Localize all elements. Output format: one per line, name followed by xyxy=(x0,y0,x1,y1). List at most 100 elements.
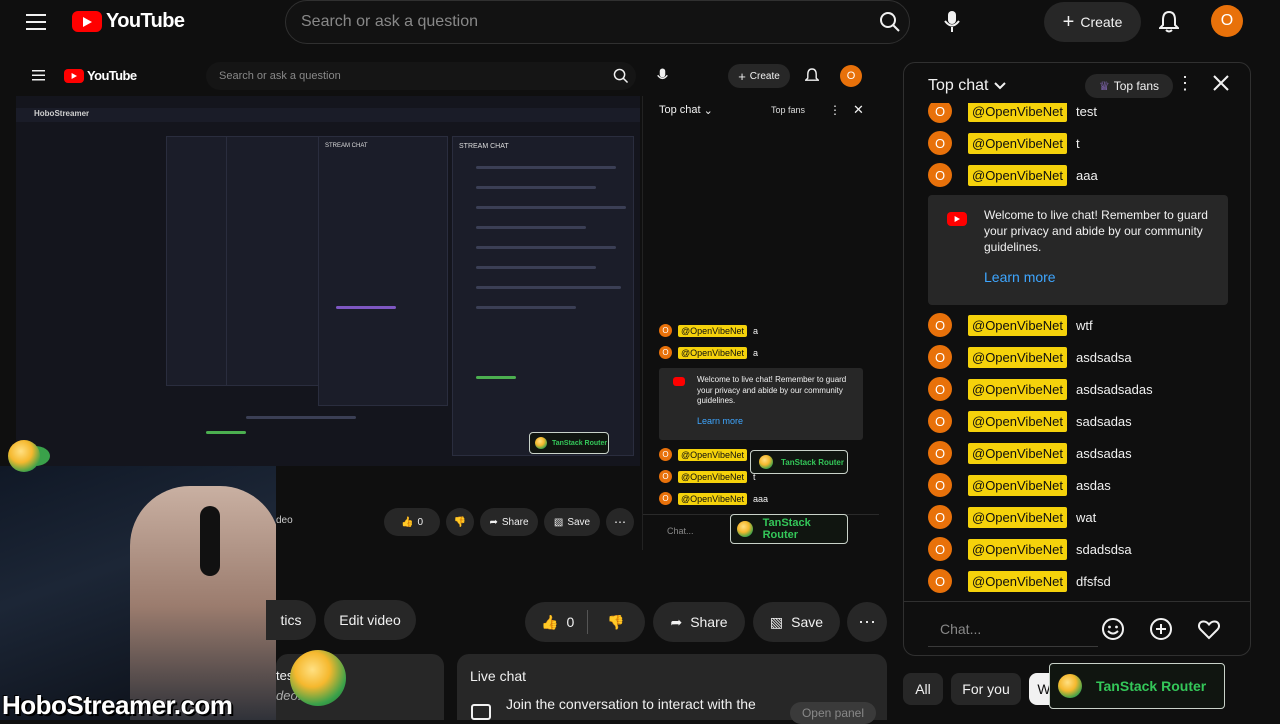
edit-video-button[interactable]: Edit video xyxy=(324,600,416,640)
chat-username[interactable]: @OpenVibeNet xyxy=(968,570,1068,592)
more-actions-icon[interactable]: ⋯ xyxy=(847,602,887,642)
embedded-chat-text: aaa xyxy=(753,493,769,504)
user-avatar[interactable]: O xyxy=(1211,5,1243,37)
close-icon[interactable] xyxy=(1213,75,1229,91)
learn-more-link[interactable]: Learn more xyxy=(984,269,1056,285)
chat-username[interactable]: @OpenVibeNet xyxy=(968,538,1068,560)
embedded-welcome-card: Welcome to live chat! Remember to guard … xyxy=(659,368,863,440)
top-fans-button[interactable]: ♕ Top fans xyxy=(1085,74,1173,98)
chat-avatar[interactable]: O xyxy=(928,377,952,401)
embedded-chat-user: @OpenVibeNet xyxy=(678,492,748,505)
embedded-plus-icon: + xyxy=(738,68,746,84)
chat-avatar[interactable]: O xyxy=(928,313,952,337)
embedded-dislike-button: 👎 xyxy=(446,508,474,536)
capture-line xyxy=(476,306,576,309)
chat-username[interactable]: @OpenVibeNet xyxy=(968,506,1068,528)
chat-username[interactable]: @OpenVibeNet xyxy=(968,132,1068,154)
chat-username[interactable]: @OpenVibeNet xyxy=(968,410,1068,432)
save-button[interactable]: ▧ Save xyxy=(753,602,840,642)
chat-avatar[interactable]: O xyxy=(928,131,952,155)
chat-username[interactable]: @OpenVibeNet xyxy=(968,474,1068,496)
embedded-welcome-text: Welcome to live chat! Remember to guard … xyxy=(697,375,847,405)
chat-message: O @OpenVibeNet sadsadas xyxy=(928,409,1132,433)
chevron-down-icon xyxy=(994,82,1007,90)
save-icon: ▧ xyxy=(769,613,784,630)
embedded-avatar: O xyxy=(840,65,862,87)
capture-line xyxy=(246,416,356,419)
heart-icon[interactable] xyxy=(1197,617,1221,641)
more-vert-icon[interactable]: ⋮ xyxy=(1176,73,1194,99)
chat-message: O @OpenVibeNet test xyxy=(928,103,1097,123)
chat-username[interactable]: @OpenVibeNet xyxy=(968,164,1068,186)
chat-text: asdsadsadas xyxy=(1076,381,1153,397)
chat-username[interactable]: @OpenVibeNet xyxy=(968,442,1068,464)
youtube-logo[interactable]: YouTube xyxy=(72,10,185,33)
microphone-icon[interactable] xyxy=(930,0,974,44)
create-button[interactable]: + Create xyxy=(1044,2,1141,42)
embedded-action-bar: 👍 0 👎 ➦ Share ▧ Save ⋯ xyxy=(384,508,634,536)
embedded-close-icon: ✕ xyxy=(853,102,864,117)
chip-for-you[interactable]: For you xyxy=(951,673,1021,705)
chat-username[interactable]: @OpenVibeNet xyxy=(968,103,1068,122)
share-button[interactable]: ➦ Share xyxy=(653,602,745,642)
chat-avatar[interactable]: O xyxy=(928,505,952,529)
chat-input[interactable]: Chat... xyxy=(928,611,1098,647)
emoji-icon[interactable] xyxy=(1101,617,1125,641)
chat-text: test xyxy=(1076,103,1097,119)
embedded-menu-icon xyxy=(32,70,45,81)
chat-input-divider xyxy=(904,601,1250,602)
embedded-logo-text: YouTube xyxy=(87,68,137,83)
embedded-chat-message: O @OpenVibeNet aaa xyxy=(659,492,768,505)
live-chat-card-body: Join the conversation to interact with t… xyxy=(506,696,756,712)
embedded-toast-label: TanStack Router xyxy=(762,517,811,541)
embedded-chat-user: @OpenVibeNet xyxy=(678,346,748,359)
add-icon[interactable] xyxy=(1149,617,1173,641)
dislike-button[interactable]: 👎 xyxy=(588,614,644,631)
capture-line xyxy=(476,266,596,269)
chat-avatar[interactable]: O xyxy=(928,409,952,433)
open-panel-button[interactable]: Open panel xyxy=(790,702,876,724)
toast-logo-icon xyxy=(737,521,753,537)
play-icon xyxy=(72,11,102,32)
search-bar[interactable]: Search or ask a question xyxy=(285,0,910,44)
chat-text: asdsadas xyxy=(1076,445,1132,461)
chat-message: O @OpenVibeNet asdsadas xyxy=(928,441,1132,465)
embedded-share-icon: ➦ xyxy=(489,516,498,528)
chat-bubble-icon xyxy=(471,704,491,720)
chat-avatar[interactable]: O xyxy=(928,345,952,369)
embedded-chat-message: O @OpenVibeNet a xyxy=(659,324,758,337)
chat-avatar[interactable]: O xyxy=(928,473,952,497)
search-icon[interactable] xyxy=(868,0,912,44)
capture-site-name: HoboStreamer xyxy=(34,109,90,118)
embedded-more-icon: ⋯ xyxy=(606,508,634,536)
notifications-bell-icon[interactable] xyxy=(1152,2,1186,42)
embedded-chat-text: a xyxy=(753,325,759,336)
chat-username[interactable]: @OpenVibeNet xyxy=(968,378,1068,400)
channel-emblem-icon xyxy=(8,440,40,472)
chip-all[interactable]: All xyxy=(903,673,943,705)
chat-avatar[interactable]: O xyxy=(928,163,952,187)
chat-username[interactable]: @OpenVibeNet xyxy=(968,314,1068,336)
headphones-icon xyxy=(200,506,220,576)
chat-text: aaa xyxy=(1076,167,1098,183)
chat-avatar[interactable]: O xyxy=(928,569,952,593)
embedded-masthead: YouTube Search or ask a question + Creat… xyxy=(16,62,886,92)
chat-avatar[interactable]: O xyxy=(928,441,952,465)
embedded-screen-capture: HoboStreamer STREAM CHAT STREAM CHAT Tan… xyxy=(16,96,640,466)
analytics-button[interactable]: tics xyxy=(266,600,316,640)
like-button[interactable]: 👍 0 xyxy=(525,614,587,631)
chat-mode-dropdown[interactable]: Top chat xyxy=(928,77,1007,95)
capture-line-green xyxy=(476,376,516,379)
youtube-icon xyxy=(947,212,967,226)
capture-line xyxy=(476,226,586,229)
chat-avatar[interactable]: O xyxy=(928,537,952,561)
embedded-chat-user: @OpenVibeNet xyxy=(678,470,748,483)
save-label: Save xyxy=(791,614,824,630)
chat-avatar[interactable]: O xyxy=(928,103,952,123)
embedded-play-icon xyxy=(64,68,84,83)
chat-message: O @OpenVibeNet t xyxy=(928,131,1080,155)
embedded-microphone-icon xyxy=(657,68,668,84)
menu-icon[interactable] xyxy=(20,6,52,38)
embedded-chat-user: @OpenVibeNet xyxy=(678,448,748,461)
chat-username[interactable]: @OpenVibeNet xyxy=(968,346,1068,368)
